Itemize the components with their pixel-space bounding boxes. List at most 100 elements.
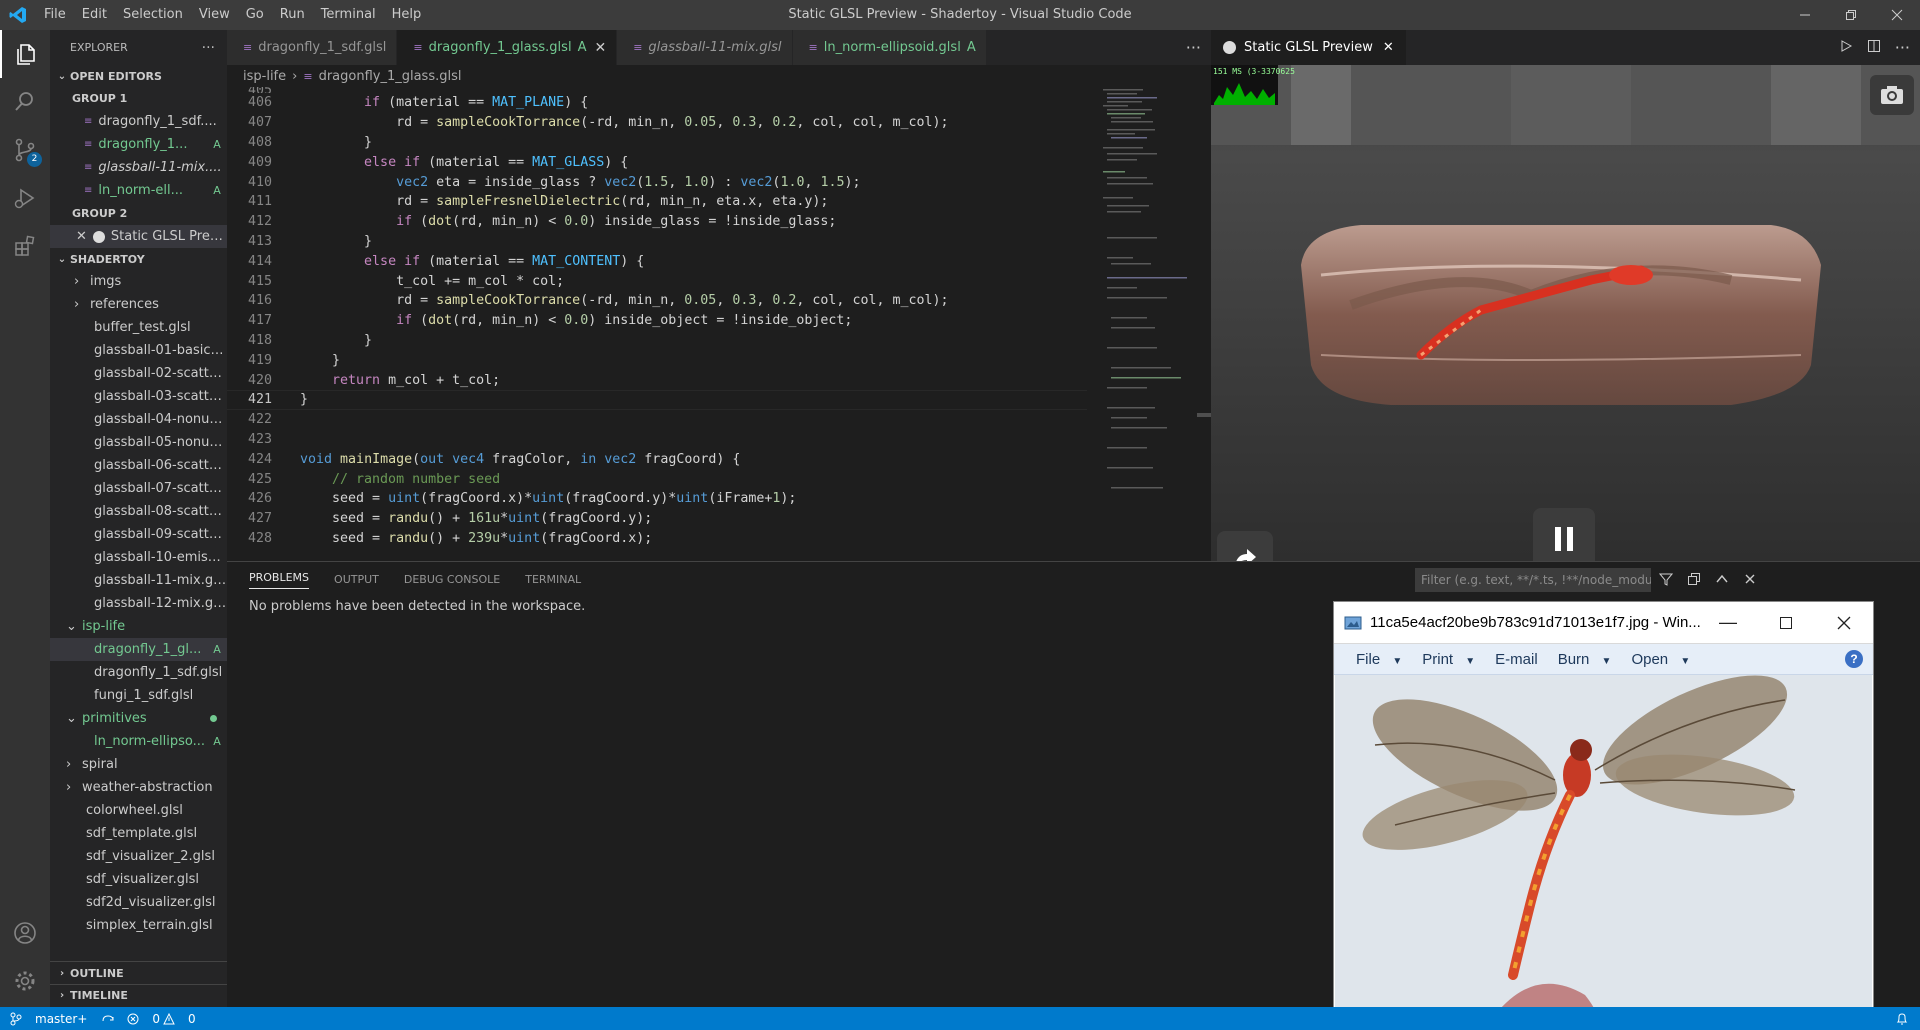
tab-dragonfly-sdf[interactable]: ≡ dragonfly_1_sdf.glsl (227, 30, 398, 65)
tab-terminal[interactable]: TERMINAL (525, 573, 581, 586)
file-item[interactable]: colorwheel.glsl (50, 799, 227, 822)
collapse-all-icon[interactable] (1687, 571, 1701, 590)
close-icon[interactable]: ✕ (594, 40, 606, 56)
file-item[interactable]: sdf_visualizer_2.glsl (50, 845, 227, 868)
sync-icon[interactable] (101, 1013, 115, 1025)
open-editor-item[interactable]: ≡ ln_norm-ell... A (50, 179, 227, 202)
file-item[interactable]: glassball-05-nonunif... (50, 431, 227, 454)
open-editor-item[interactable]: ≡ dragonfly_1_sdf.... (50, 110, 227, 133)
open-editors-header[interactable]: ⌄ OPEN EDITORS (50, 65, 227, 87)
menu-edit[interactable]: Edit (74, 0, 115, 30)
close-panel-icon[interactable] (1743, 571, 1757, 590)
notifications-bell-icon[interactable] (1896, 1012, 1908, 1026)
branch-status[interactable]: master+ (10, 1012, 87, 1026)
file-item[interactable]: sdf2d_visualizer.glsl (50, 891, 227, 914)
minimize-button[interactable] (1782, 0, 1828, 30)
file-item[interactable]: glassball-08-scatter.... (50, 500, 227, 523)
file-item[interactable]: glassball-01-basic.glsl (50, 339, 227, 362)
menu-selection[interactable]: Selection (115, 0, 191, 30)
workspace-header[interactable]: ⌄ SHADERTOY (50, 248, 227, 270)
file-item[interactable]: dragonfly_1_gl... A (50, 638, 227, 661)
folder-weather-abstraction[interactable]: › weather-abstraction (50, 776, 227, 799)
file-item[interactable]: glassball-03-scatter.... (50, 385, 227, 408)
file-item[interactable]: glassball-11-mix.glsl (50, 569, 227, 592)
pause-button[interactable] (1533, 508, 1595, 561)
photo-menu-open[interactable]: Open ▼ (1631, 651, 1690, 668)
run-icon[interactable] (1839, 38, 1853, 57)
menu-file[interactable]: File (36, 0, 74, 30)
split-editor-icon[interactable] (1867, 38, 1881, 57)
code-area[interactable]: 405 406 if (material == MAT_PLANE) { 407… (227, 87, 1087, 561)
vertical-scrollbar[interactable] (1197, 87, 1211, 561)
open-editor-item[interactable]: ✕ Static GLSL Previ... (50, 225, 227, 248)
editor-more-button[interactable]: ··· (1186, 30, 1201, 65)
menu-help[interactable]: Help (384, 0, 430, 30)
tab-glassball-mix[interactable]: ≡ glassball-11-mix.glsl (617, 30, 793, 65)
menu-view[interactable]: View (191, 0, 238, 30)
explorer-icon[interactable] (0, 30, 50, 78)
filter-icon[interactable] (1658, 571, 1674, 590)
file-item[interactable]: glassball-07-scatter.... (50, 477, 227, 500)
file-item[interactable]: dragonfly_1_sdf.glsl (50, 661, 227, 684)
file-item[interactable]: glassball-04-nonunif... (50, 408, 227, 431)
search-icon[interactable] (0, 78, 50, 126)
screenshot-button[interactable] (1870, 75, 1914, 115)
file-item[interactable]: sdf_visualizer.glsl (50, 868, 227, 891)
close-icon[interactable]: ✕ (1383, 40, 1394, 55)
more-actions-icon[interactable]: ··· (1895, 38, 1910, 57)
tab-ln-norm-ellipsoid[interactable]: ≡ ln_norm-ellipsoid.glsl A (792, 30, 987, 65)
minimap[interactable] (1097, 87, 1197, 561)
problems-status[interactable]: 0 0 (127, 1012, 196, 1026)
file-item[interactable]: glassball-06-scatter_... (50, 454, 227, 477)
file-item[interactable]: sdf_template.glsl (50, 822, 227, 845)
tab-static-glsl-preview[interactable]: Static GLSL Preview ✕ (1211, 30, 1406, 65)
folder-spiral[interactable]: › spiral (50, 753, 227, 776)
tab-debug-console[interactable]: DEBUG CONSOLE (404, 573, 500, 586)
tab-problems[interactable]: PROBLEMS (249, 571, 310, 589)
file-item[interactable]: glassball-10-emissio... (50, 546, 227, 569)
file-item[interactable]: glassball-02-scatter.... (50, 362, 227, 385)
explorer-more-button[interactable]: ··· (202, 40, 215, 56)
photo-menu-email[interactable]: E-mail (1495, 651, 1538, 668)
file-item[interactable]: glassball-09-scatter.... (50, 523, 227, 546)
tab-output[interactable]: OUTPUT (334, 573, 379, 586)
close-icon[interactable]: ✕ (76, 229, 87, 244)
tab-dragonfly-glass[interactable]: ≡ dragonfly_1_glass.glsl A ✕ (397, 30, 618, 65)
photo-maximize-button[interactable] (1757, 602, 1815, 643)
extensions-icon[interactable] (0, 222, 50, 270)
open-editor-item[interactable]: ≡ dragonfly_1... A (50, 133, 227, 156)
folder-primitives[interactable]: ⌄ primitives (50, 707, 227, 730)
photo-menu-file[interactable]: File ▼ (1356, 651, 1402, 668)
timeline-header[interactable]: › TIMELINE (50, 984, 227, 1006)
folder-references[interactable]: › references (50, 293, 227, 316)
folder-imgs[interactable]: › imgs (50, 270, 227, 293)
share-button[interactable] (1217, 531, 1273, 561)
menu-run[interactable]: Run (272, 0, 313, 30)
folder-isp-life[interactable]: ⌄ isp-life (50, 615, 227, 638)
breadcrumb-file[interactable]: dragonfly_1_glass.glsl (319, 69, 462, 84)
open-editor-item[interactable]: ≡ glassball-11-mix.... (50, 156, 227, 179)
outline-header[interactable]: › OUTLINE (50, 962, 227, 984)
file-item[interactable]: buffer_test.glsl (50, 316, 227, 339)
photo-minimize-button[interactable]: — (1699, 602, 1757, 643)
breadcrumb-folder[interactable]: isp-life (243, 69, 286, 84)
photo-close-button[interactable] (1815, 602, 1873, 643)
file-item[interactable]: fungi_1_sdf.glsl (50, 684, 227, 707)
problems-filter-input[interactable]: Filter (e.g. text, **/*.ts, !**/node_mod… (1415, 568, 1651, 592)
close-button[interactable] (1874, 0, 1920, 30)
file-item[interactable]: simplex_terrain.glsl (50, 914, 227, 937)
photo-menu-burn[interactable]: Burn ▼ (1558, 651, 1612, 668)
help-icon[interactable]: ? (1845, 650, 1863, 668)
photo-menu-print[interactable]: Print ▼ (1422, 651, 1475, 668)
source-control-icon[interactable]: 2 (0, 126, 50, 174)
shader-render-view[interactable]: 151 MS (3-3370625 (1211, 65, 1920, 561)
chevron-up-icon[interactable] (1715, 571, 1729, 590)
file-item[interactable]: ln_norm-ellipso... A (50, 730, 227, 753)
menu-terminal[interactable]: Terminal (313, 0, 384, 30)
run-debug-icon[interactable] (0, 174, 50, 222)
menu-go[interactable]: Go (238, 0, 272, 30)
file-item[interactable]: glassball-12-mix.glsl (50, 592, 227, 615)
restore-button[interactable] (1828, 0, 1874, 30)
account-icon[interactable] (0, 909, 50, 957)
settings-icon[interactable] (0, 957, 50, 1005)
